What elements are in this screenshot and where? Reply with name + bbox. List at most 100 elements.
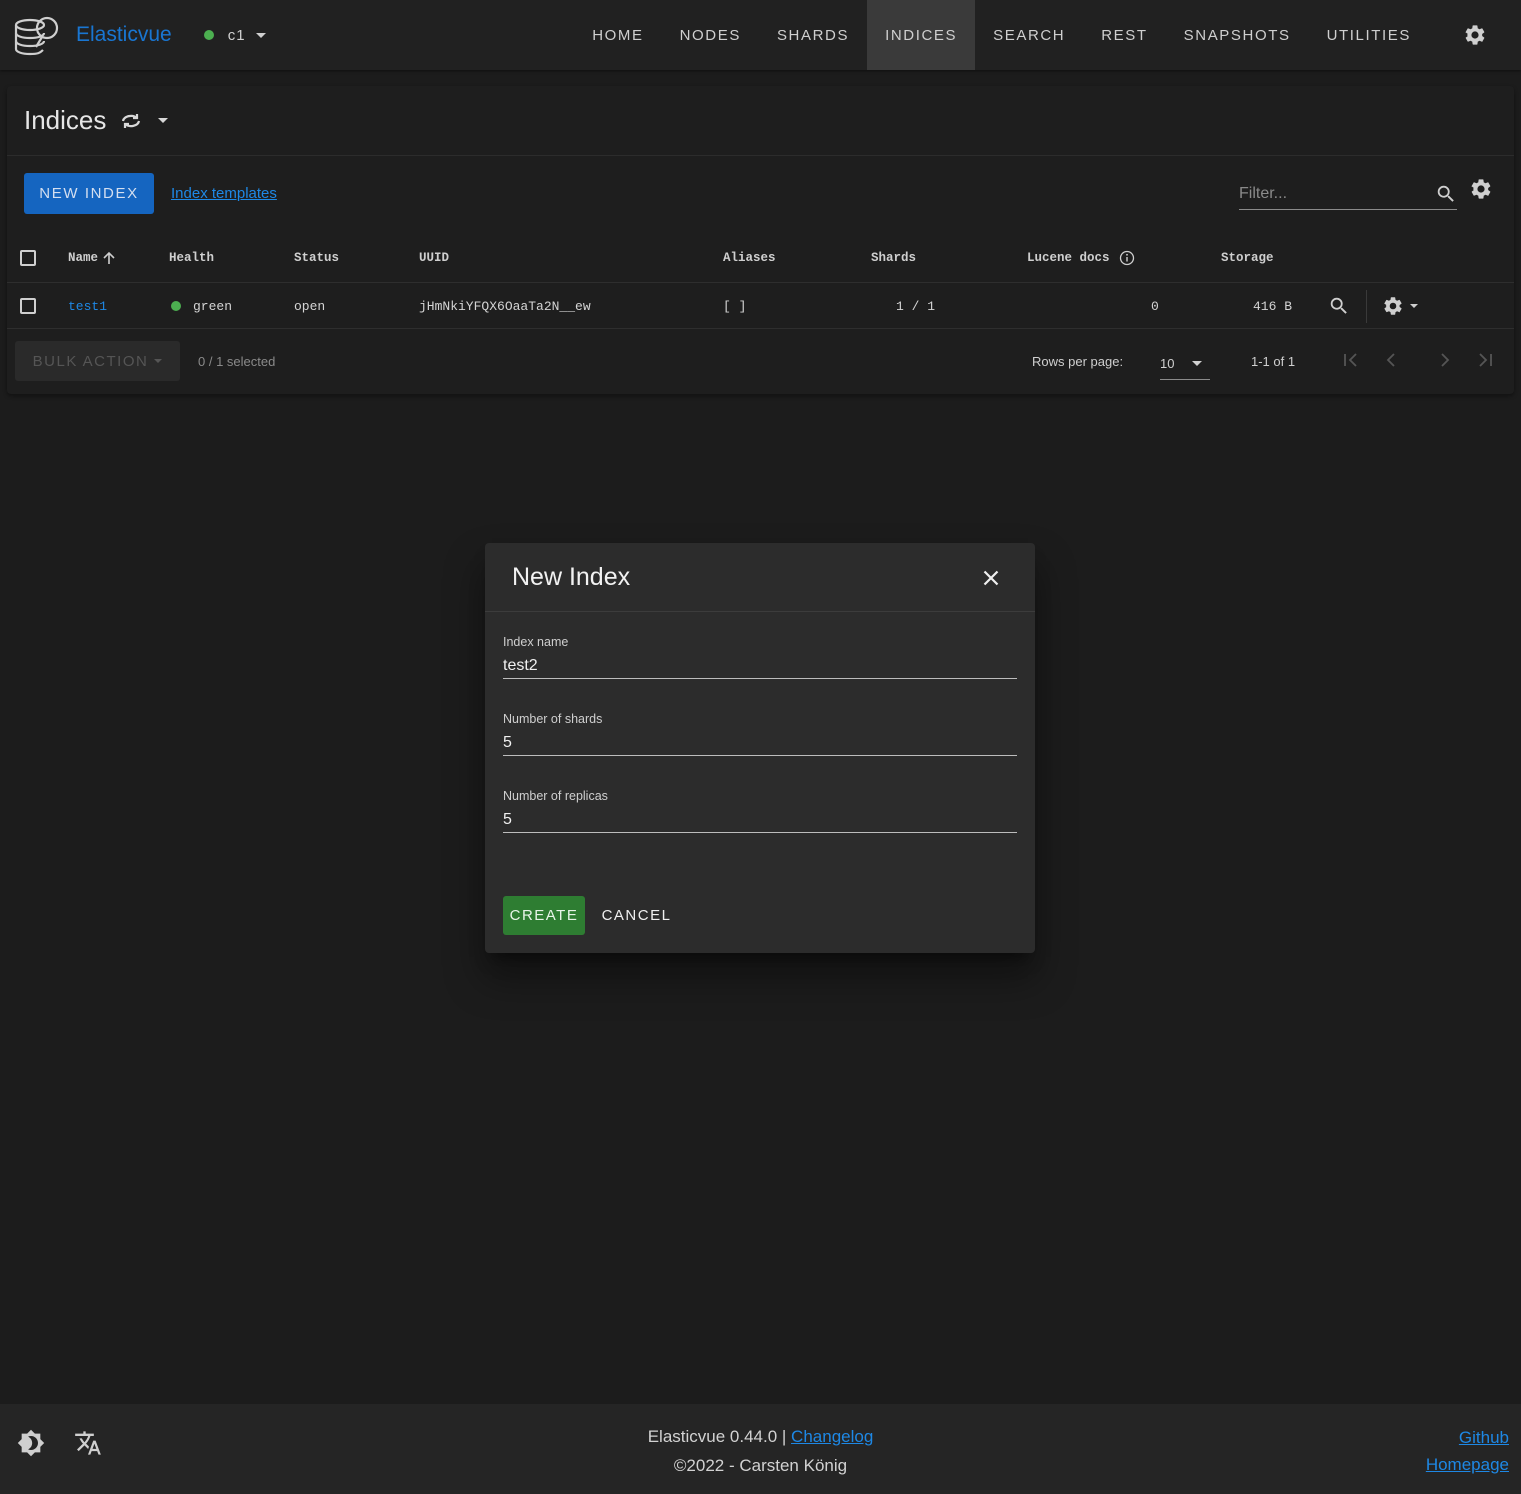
cancel-button[interactable]: CANCEL [595, 896, 678, 935]
new-index-button[interactable]: NEW INDEX [24, 173, 154, 214]
gear-icon [1471, 179, 1491, 199]
nav-snapshots-label: SNAPSHOTS [1183, 26, 1291, 44]
shards-cell: 1 / 1 [896, 298, 936, 314]
page-range: 1-1 of 1 [1251, 354, 1296, 369]
gear-icon [1384, 297, 1402, 315]
cluster-name: c1 [227, 26, 246, 44]
bulk-action-button[interactable]: BULK ACTION [15, 341, 180, 381]
settings-button[interactable] [1429, 0, 1521, 70]
footer-info: Elasticvue 0.44.0 | Changelog ©2022 - Ca… [0, 1427, 1521, 1476]
column-header-shards[interactable]: Shards [871, 233, 916, 282]
refresh-button[interactable] [118, 108, 169, 134]
shards-label: Number of shards [503, 712, 603, 726]
filter-input[interactable] [1239, 184, 1409, 203]
nav-shards[interactable]: SHARDS [759, 0, 867, 70]
nav-utilities[interactable]: UTILITIES [1309, 0, 1429, 70]
nav-shards-label: SHARDS [776, 26, 850, 44]
nav-utilities-label: UTILITIES [1326, 26, 1411, 44]
chevron-down-icon [158, 118, 169, 123]
column-header-lucene-docs[interactable]: Lucene docs [1027, 233, 1135, 282]
index-name-label: Index name [503, 635, 569, 649]
column-header-uuid[interactable]: UUID [419, 233, 449, 282]
nav-nodes[interactable]: NODES [662, 0, 759, 70]
nav-indices[interactable]: INDICES [867, 0, 976, 70]
aliases-cell: [ ] [723, 298, 747, 314]
selected-count: 0 / 1 selected [198, 354, 276, 369]
table-header: Name Health Status UUID Aliases Shards L… [7, 233, 1514, 283]
column-header-name[interactable]: Name [68, 233, 117, 282]
column-header-lucene-docs-label: Lucene docs [1027, 250, 1110, 265]
nav-search[interactable]: SEARCH [975, 0, 1083, 70]
column-header-health[interactable]: Health [169, 233, 214, 282]
first-page-icon[interactable] [1342, 350, 1360, 370]
rows-per-page-value: 10 [1160, 355, 1175, 371]
new-index-dialog: New Index Index name Number of shards Nu… [485, 543, 1035, 953]
info-icon[interactable] [1119, 250, 1135, 266]
page-title: Indices [24, 105, 107, 135]
select-all-checkbox[interactable] [20, 249, 36, 266]
previous-page-icon[interactable] [1383, 350, 1399, 370]
app-footer: Elasticvue 0.44.0 | Changelog ©2022 - Ca… [0, 1404, 1521, 1494]
app-name: Elasticvue [76, 23, 172, 46]
replicas-field: Number of replicas [503, 789, 1017, 833]
create-button[interactable]: CREATE [503, 896, 585, 935]
row-action-divider [1366, 290, 1367, 323]
replicas-label: Number of replicas [503, 789, 608, 803]
shards-field: Number of shards [503, 712, 1017, 756]
nav-rest-label: REST [1101, 26, 1148, 44]
nav-home[interactable]: HOME [574, 0, 661, 70]
column-header-status[interactable]: Status [294, 233, 339, 282]
brand[interactable]: Elasticvue [12, 10, 172, 60]
last-page-icon[interactable] [1476, 350, 1494, 370]
nav-indices-label: INDICES [885, 26, 958, 44]
indices-card: Indices NEW INDEX Index templates Name [7, 86, 1514, 394]
gear-icon [1465, 25, 1485, 45]
footer-links: Github Homepage [1426, 1424, 1509, 1478]
rows-per-page-select[interactable]: 10 [1160, 347, 1210, 380]
row-search-button[interactable] [1328, 284, 1350, 328]
refresh-icon [122, 113, 141, 128]
lucene-docs-cell: 0 [1151, 298, 1159, 314]
homepage-link[interactable]: Homepage [1426, 1455, 1509, 1474]
top-app-bar: Elasticvue c1 HOME NODES SHARDS INDICES … [0, 0, 1521, 70]
table-settings-button[interactable] [1469, 177, 1493, 206]
bulk-action-label: BULK ACTION [32, 352, 149, 370]
changelog-link[interactable]: Changelog [791, 1427, 873, 1446]
nav-rest[interactable]: REST [1083, 0, 1165, 70]
index-name-field: Index name [503, 635, 1017, 679]
filter-field [1239, 178, 1457, 210]
nav-snapshots[interactable]: SNAPSHOTS [1166, 0, 1309, 70]
cluster-health-dot [203, 30, 214, 40]
column-header-name-label: Name [68, 250, 99, 265]
cluster-selector[interactable]: c1 [203, 26, 266, 44]
chevron-down-icon [1192, 360, 1202, 366]
search-icon[interactable] [1435, 183, 1457, 205]
main-nav: HOME NODES SHARDS INDICES SEARCH REST SN… [574, 0, 1521, 70]
chevron-down-icon [154, 359, 163, 363]
rows-per-page-label: Rows per page: [1032, 354, 1124, 369]
arrow-up-icon [103, 251, 115, 264]
column-header-storage[interactable]: Storage [1221, 233, 1274, 282]
shards-input[interactable] [503, 731, 1017, 755]
row-checkbox[interactable] [20, 298, 36, 314]
index-name-input[interactable] [503, 654, 1017, 678]
health-value: green [193, 298, 233, 314]
next-page-icon[interactable] [1437, 350, 1453, 370]
close-icon[interactable] [983, 570, 999, 586]
replicas-input[interactable] [503, 808, 1017, 832]
index-name-link[interactable]: test1 [68, 299, 107, 314]
github-link[interactable]: Github [1459, 1428, 1509, 1447]
row-settings-menu-button[interactable] [1382, 284, 1418, 328]
health-dot [171, 301, 181, 311]
search-icon [1330, 297, 1347, 314]
index-name-cell: test1 [68, 284, 107, 328]
health-cell: green [171, 284, 232, 328]
storage-cell: 416 B [1253, 298, 1293, 314]
chevron-down-icon [255, 32, 266, 38]
chevron-down-icon [1410, 304, 1418, 308]
indices-toolbar: NEW INDEX Index templates [7, 156, 1514, 233]
column-header-aliases[interactable]: Aliases [723, 233, 776, 282]
select-all-cell [20, 233, 36, 282]
copyright-text: ©2022 - Carsten König [673, 1456, 848, 1475]
index-templates-link[interactable]: Index templates [171, 185, 277, 202]
